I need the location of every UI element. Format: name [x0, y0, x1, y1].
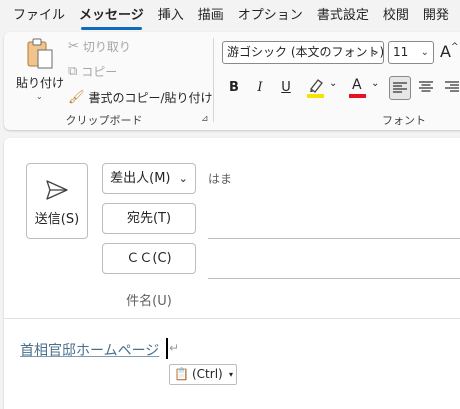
format-painter-button[interactable]: 🖌 書式のコピー/貼り付け	[68, 89, 213, 106]
grow-font-letter: A	[440, 42, 451, 61]
paste-options-label: (Ctrl)	[192, 367, 223, 381]
ribbon: 貼り付け ⌄ ✂ 切り取り ⧉ コピー 🖌 書式のコピー/貼り付け クリップボー…	[4, 32, 460, 130]
chevron-down-icon: ⌄	[36, 92, 43, 101]
bold-button[interactable]: B	[223, 76, 245, 100]
font-size-value: 11	[393, 45, 409, 59]
chevron-down-icon: ⌄	[178, 172, 188, 185]
tab-insert[interactable]: 挿入	[151, 0, 191, 32]
clipboard-group-label: クリップボード	[65, 114, 143, 127]
ribbon-tab-bar: ファイル メッセージ 挿入 描画 オプション 書式設定 校閲 開発 ヘ	[0, 0, 460, 32]
italic-button[interactable]: I	[249, 76, 271, 100]
font-color-bar	[349, 94, 366, 98]
cc-input[interactable]	[208, 242, 460, 276]
font-size-select[interactable]: 11 ⌄	[388, 41, 434, 64]
align-right-icon	[445, 81, 459, 92]
from-button[interactable]: 差出人(M) ⌄	[102, 163, 196, 194]
cut-button[interactable]: ✂ 切り取り	[68, 38, 131, 55]
send-icon	[46, 180, 68, 200]
subject-label: 件名(U)	[126, 294, 172, 309]
chevron-down-icon: ⌄	[329, 78, 338, 89]
from-label: 差出人(M)	[110, 171, 171, 186]
send-label: 送信(S)	[34, 212, 80, 227]
paste-button[interactable]: 貼り付け ⌄	[14, 36, 66, 104]
align-center-icon	[419, 81, 433, 92]
chevron-down-icon: ⌄	[371, 78, 380, 89]
compose-pane: 送信(S) 差出人(M) ⌄ はま 宛先(T) ＣＣ(C) 件名(U) 首相官邸…	[4, 138, 460, 409]
underline-button[interactable]: U	[275, 76, 297, 100]
header-divider	[4, 318, 460, 319]
subject-input[interactable]	[208, 284, 460, 314]
copy-button[interactable]: ⧉ コピー	[68, 63, 117, 80]
from-value: はま	[208, 172, 233, 186]
caret-down-icon: ▾	[229, 370, 234, 379]
tab-developer[interactable]: 開発	[416, 0, 456, 32]
ribbon-separator	[213, 38, 214, 122]
to-button[interactable]: 宛先(T)	[102, 203, 196, 234]
scissors-icon: ✂	[68, 39, 79, 54]
tab-options[interactable]: オプション	[231, 0, 310, 32]
cut-label: 切り取り	[82, 40, 131, 54]
tab-file[interactable]: ファイル	[6, 0, 72, 32]
tab-message[interactable]: メッセージ	[72, 0, 151, 32]
font-name-value: 游ゴシック (本文のフォント)	[227, 45, 384, 59]
cc-button[interactable]: ＣＣ(C)	[102, 243, 196, 274]
align-right-button[interactable]	[441, 76, 460, 100]
copy-label: コピー	[81, 65, 118, 79]
tab-format-text[interactable]: 書式設定	[310, 0, 376, 32]
chevron-down-icon: ⌄	[370, 47, 379, 58]
tab-help[interactable]: ヘ	[456, 0, 460, 32]
align-left-button[interactable]	[389, 76, 411, 100]
cc-field-underline	[208, 278, 460, 279]
to-field-underline	[208, 238, 460, 239]
highlight-button[interactable]: ⌄	[304, 76, 342, 100]
paste-options-button[interactable]: 📋 (Ctrl) ▾	[169, 364, 237, 385]
copy-icon: ⧉	[68, 64, 78, 79]
paste-label: 貼り付け	[16, 76, 65, 90]
send-button[interactable]: 送信(S)	[26, 163, 88, 239]
caret-up-icon: ^	[450, 42, 459, 52]
font-group-label: フォント	[382, 114, 426, 127]
chevron-down-icon: ⌄	[420, 47, 429, 58]
dialog-launcher-icon[interactable]: ⊿	[201, 114, 209, 124]
tab-draw[interactable]: 描画	[191, 0, 231, 32]
paintbrush-icon: 🖌	[68, 90, 85, 105]
align-left-icon	[393, 82, 407, 93]
format-painter-label: 書式のコピー/貼り付け	[88, 91, 213, 105]
tab-review[interactable]: 校閲	[376, 0, 416, 32]
body-hyperlink[interactable]: 首相官邸ホームページ	[20, 340, 159, 360]
grow-font-button[interactable]: A^	[440, 42, 459, 61]
clipboard-icon	[27, 38, 53, 69]
align-center-button[interactable]	[415, 76, 437, 100]
font-color-letter: A	[352, 77, 362, 93]
highlighter-icon	[307, 79, 324, 98]
to-input[interactable]	[208, 202, 460, 236]
font-name-select[interactable]: 游ゴシック (本文のフォント) ⌄	[222, 41, 384, 64]
clipboard-icon: 📋	[174, 367, 189, 381]
font-color-button[interactable]: A ⌄	[346, 76, 384, 100]
paragraph-mark-icon: ↵	[169, 341, 180, 355]
text-cursor	[166, 338, 168, 359]
